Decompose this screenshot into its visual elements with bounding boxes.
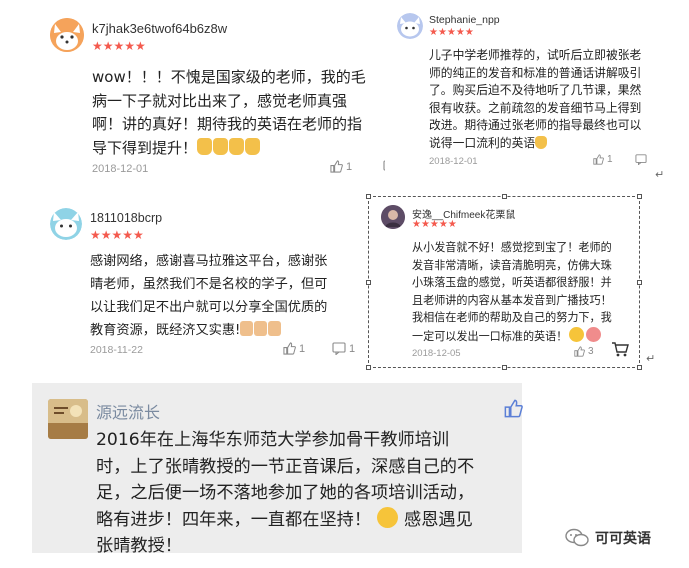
review-date: 2018-11-22 <box>90 344 143 356</box>
thumb-up-icon <box>574 346 585 357</box>
comment-text: 2016年在上海华东师范大学参加骨干教师培训 时，上了张晴教授的一节正音课后，深… <box>96 430 475 556</box>
comment-button[interactable]: 1 <box>332 342 355 355</box>
thumb-up-icon <box>330 160 343 173</box>
cat-avatar-icon[interactable] <box>397 13 423 39</box>
review-date: 2018-12-01 <box>429 156 478 167</box>
like-button[interactable]: 1 <box>283 342 305 355</box>
smile-emoji-icon <box>377 506 399 528</box>
review-card-2: Stephanie_npp ★★★★★ 儿子中学老师推荐的，试听后立即被张老 师… <box>385 5 675 185</box>
resize-handle[interactable] <box>366 194 371 199</box>
review-text: 儿子中学老师推荐的，试听后立即被张老 师的纯正的发音和标准的普通话讲解吸引 了。… <box>429 48 642 150</box>
review-date: 2018-12-05 <box>412 348 461 359</box>
thumb-up-icon <box>593 154 604 165</box>
comment-icon <box>635 154 647 165</box>
rating-stars: ★★★★★ <box>92 39 146 53</box>
cat-avatar-icon[interactable] <box>50 208 82 240</box>
wechat-watermark: 可可英语 <box>565 528 651 548</box>
reviewer-username[interactable]: Stephanie_npp <box>429 14 500 26</box>
review-text: wow！！！不愧是国家级的老师，我的毛 病一下子就对比出来了，感觉老师真强 啊！… <box>92 68 366 157</box>
return-mark-icon: ↵ <box>655 168 665 181</box>
thumb-up-icon <box>283 342 296 355</box>
like-button[interactable]: 1 <box>330 160 352 173</box>
resize-handle[interactable] <box>502 194 507 199</box>
emoji-group <box>197 137 261 157</box>
return-mark-icon: ↵ <box>646 352 656 365</box>
wechat-logo-icon <box>565 528 589 547</box>
resize-handle[interactable] <box>502 365 507 370</box>
review-text: 从小发音就不好！感觉挖到宝了！老师的 发音非常清晰，读音清脆明亮，仿佛大珠 小珠… <box>412 241 612 343</box>
emoji-group <box>567 326 602 343</box>
resize-handle[interactable] <box>637 365 642 370</box>
rating-stars: ★★★★★ <box>90 228 144 242</box>
like-button[interactable]: 1 <box>593 154 613 165</box>
reviewer-username[interactable]: 1811018bcrp <box>90 211 162 225</box>
user-photo-avatar[interactable] <box>48 399 88 439</box>
thumb-up-icon <box>504 399 523 418</box>
user-photo-avatar[interactable] <box>381 205 405 229</box>
review-card-4-selected[interactable]: 安逸__Chifmeek花栗鼠 ★★★★★ 从小发音就不好！感觉挖到宝了！老师的… <box>366 194 642 370</box>
comment-icon <box>332 342 346 355</box>
review-text: 感谢网络，感谢喜马拉雅这平台，感谢张 晴老师，虽然我们不是名校的学子，但可 以让… <box>90 254 328 338</box>
commenter-name[interactable]: 源远流长 <box>96 399 160 423</box>
comment-button[interactable] <box>635 154 647 165</box>
rating-stars: ★★★★★ <box>429 27 474 38</box>
rating-stars: ★★★★★ <box>412 219 457 230</box>
emoji-group <box>240 321 282 338</box>
wechat-comment-card: 源远流长 2016年在上海华东师范大学参加骨干教师培训 时，上了张晴教授的一节正… <box>32 383 523 556</box>
review-card-3: 1811018bcrp ★★★★★ 感谢网络，感谢喜马拉雅这平台，感谢张 晴老师… <box>40 200 370 370</box>
resize-handle[interactable] <box>366 365 371 370</box>
review-date: 2018-12-01 <box>92 163 149 175</box>
cart-icon[interactable] <box>611 341 629 361</box>
review-card-1: k7jhak3e6twof64b6z8w ★★★★★ wow！！！不愧是国家级的… <box>40 8 397 188</box>
resize-handle[interactable] <box>366 280 371 285</box>
resize-handle[interactable] <box>637 280 642 285</box>
fox-avatar-icon[interactable] <box>50 18 84 52</box>
reviewer-username[interactable]: k7jhak3e6twof64b6z8w <box>92 21 227 36</box>
like-button[interactable]: 3 <box>574 346 594 357</box>
like-button[interactable] <box>504 399 523 422</box>
emoji <box>535 135 548 149</box>
resize-handle[interactable] <box>637 194 642 199</box>
